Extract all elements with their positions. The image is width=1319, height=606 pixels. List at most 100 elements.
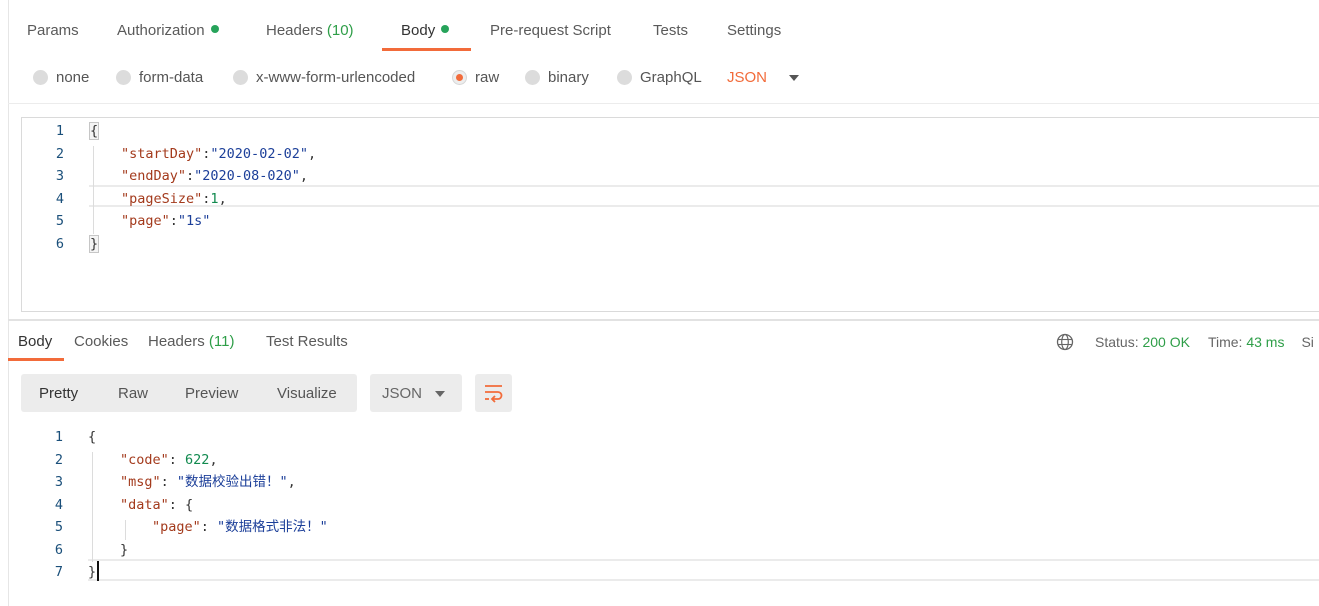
- line-number: 3: [55, 168, 64, 184]
- line-number: 2: [54, 451, 63, 468]
- tab-settings[interactable]: Settings: [727, 22, 781, 39]
- tab-label: Pre-request Script: [490, 22, 611, 39]
- divider: [8, 103, 1319, 104]
- code-token: "pageSize": [121, 190, 203, 207]
- code-token: ,: [209, 451, 218, 468]
- code-token: :: [168, 451, 186, 468]
- radio-raw[interactable]: raw: [452, 69, 499, 86]
- tab-label: Settings: [727, 22, 782, 39]
- view-mode-label: Pretty: [39, 385, 79, 402]
- tab-count: (11): [208, 333, 235, 350]
- code-token: "1s": [177, 213, 211, 229]
- wrap-lines-button[interactable]: [475, 374, 512, 412]
- code-token: : {: [168, 496, 194, 513]
- radio-graphql[interactable]: GraphQL: [617, 69, 702, 86]
- view-mode-preview[interactable]: Preview: [185, 385, 238, 402]
- code-line: 5 "page": "数据格式非法！": [21, 516, 1319, 538]
- tab-headers[interactable]: Headers (10): [266, 22, 354, 39]
- radio-none[interactable]: none: [33, 69, 89, 86]
- code-token: "msg": [120, 474, 161, 490]
- code-token: "数据格式非法！": [217, 519, 328, 535]
- response-body-viewer[interactable]: 1{2 "code": 622, 3 "msg": "数据校验出错！", 4 "data"…: [21, 424, 1319, 594]
- radio-label: raw: [475, 69, 500, 86]
- code-token: ,: [287, 474, 296, 490]
- tab-count: (10): [326, 22, 354, 39]
- code-line: 3 "endDay":"2020-08-020",: [22, 165, 1319, 187]
- radio-selected-icon: [452, 70, 467, 85]
- code-token: "数据校验出错！": [176, 474, 288, 490]
- radio-x-www-form-urlencoded[interactable]: x-www-form-urlencoded: [233, 69, 415, 86]
- tab-pre-request-script[interactable]: Pre-request Script: [490, 22, 611, 39]
- radio-label: form-data: [139, 69, 204, 86]
- size-label: Si: [1301, 334, 1314, 350]
- tab-body[interactable]: Body: [401, 22, 450, 39]
- radio-binary[interactable]: binary: [525, 69, 589, 86]
- view-mode-label: Preview: [185, 385, 239, 402]
- body-mode-radios: none form-data x-www-form-urlencoded raw…: [0, 60, 1319, 100]
- code-token: "data": [120, 496, 169, 513]
- radio-circle-icon: [617, 70, 632, 85]
- view-mode-pretty[interactable]: Pretty: [39, 385, 78, 402]
- response-tab-body[interactable]: Body: [18, 333, 52, 350]
- code-token: }: [88, 564, 97, 580]
- tab-label: Headers: [148, 333, 205, 350]
- line-number: 2: [55, 145, 64, 162]
- code-token: "page": [121, 213, 170, 229]
- code-token: "page": [152, 519, 201, 535]
- time-value: 43 ms: [1246, 334, 1285, 350]
- response-status-bar: Status: 200 OK Time: 43 ms Si: [1056, 333, 1314, 351]
- code-text: "startDay":"2020-02-02",: [121, 143, 316, 165]
- view-mode-visualize[interactable]: Visualize: [277, 385, 337, 402]
- code-token: {: [88, 429, 97, 445]
- radio-label: none: [56, 69, 90, 86]
- line-number: 4: [55, 190, 64, 207]
- response-format-value: JSON: [382, 385, 423, 402]
- line-number: 4: [54, 496, 63, 513]
- text-cursor: [97, 561, 99, 581]
- code-line: 4 "pageSize":1,: [22, 188, 1319, 210]
- view-mode-segmented-control: Pretty Raw Preview Visualize: [21, 374, 357, 412]
- code-text: "page":"1s": [121, 210, 210, 232]
- code-token: "endDay": [121, 168, 187, 184]
- language-select-value: JSON: [727, 69, 768, 86]
- tab-label: Headers: [266, 22, 323, 39]
- code-text: }: [120, 539, 128, 561]
- response-tab-test-results[interactable]: Test Results: [266, 333, 348, 350]
- response-tab-headers[interactable]: Headers (11): [148, 333, 234, 350]
- pane-divider[interactable]: [8, 319, 1319, 321]
- tab-params[interactable]: Params: [27, 22, 79, 39]
- code-token: :: [186, 168, 195, 184]
- code-text: "data": {: [120, 494, 193, 516]
- radio-label: binary: [548, 69, 589, 86]
- view-mode-raw[interactable]: Raw: [118, 385, 148, 402]
- response-format-select[interactable]: JSON: [370, 374, 462, 412]
- radio-label: GraphQL: [640, 69, 702, 86]
- tab-authorization[interactable]: Authorization: [117, 22, 219, 39]
- chevron-down-icon: [789, 74, 800, 81]
- code-text: "pageSize":1,: [121, 188, 227, 210]
- line-number: 6: [54, 541, 63, 558]
- code-line: 6}: [22, 233, 1319, 255]
- tab-tests[interactable]: Tests: [653, 22, 688, 39]
- language-select[interactable]: JSON: [727, 69, 800, 86]
- line-number: 5: [54, 519, 63, 535]
- radio-form-data[interactable]: form-data: [116, 69, 203, 86]
- code-text: }: [89, 233, 100, 255]
- tab-label: Body: [401, 22, 436, 39]
- request-body-editor[interactable]: 1{2 "startDay":"2020-02-02", 3 "endDay":"20…: [21, 117, 1319, 312]
- globe-icon[interactable]: [1056, 333, 1074, 351]
- code-line: 3 "msg": "数据校验出错！",: [21, 471, 1319, 493]
- wrap-lines-icon: [485, 385, 503, 403]
- radio-label: x-www-form-urlencoded: [256, 69, 416, 86]
- response-tab-cookies[interactable]: Cookies: [74, 333, 128, 350]
- code-line: 1{: [21, 426, 1319, 448]
- tab-label: Tests: [653, 22, 689, 39]
- active-tab-underline: [8, 358, 64, 361]
- code-token: "code": [120, 451, 169, 468]
- tab-label: Authorization: [117, 22, 205, 39]
- radio-circle-icon: [525, 70, 540, 85]
- code-line: 7}: [21, 561, 1319, 583]
- line-number: 5: [55, 213, 64, 229]
- code-line: 6}: [21, 539, 1319, 561]
- tab-label: Test Results: [266, 333, 348, 350]
